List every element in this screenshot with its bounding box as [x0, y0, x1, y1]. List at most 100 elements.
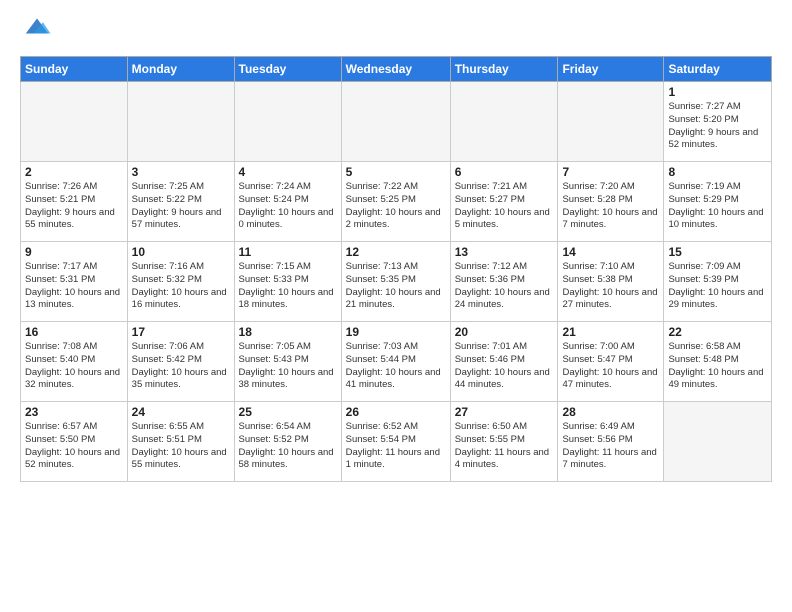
day-number: 2 — [25, 165, 123, 179]
calendar-header-thursday: Thursday — [450, 57, 558, 82]
calendar-cell: 18 Sunrise: 7:05 AM Sunset: 5:43 PM Dayli… — [234, 322, 341, 402]
day-number: 18 — [239, 325, 337, 339]
calendar-header-sunday: Sunday — [21, 57, 128, 82]
day-info: Sunrise: 6:49 AM Sunset: 5:56 PM Dayligh… — [562, 421, 659, 472]
day-info: Sunrise: 6:54 AM Sunset: 5:52 PM Dayligh… — [239, 421, 337, 472]
calendar-week-2: 2Sunrise: 7:26 AM Sunset: 5:21 PM Daylig… — [21, 162, 772, 242]
calendar-header-saturday: Saturday — [664, 57, 772, 82]
calendar-cell: 11Sunrise: 7:15 AM Sunset: 5:33 PM Dayli… — [234, 242, 341, 322]
day-number: 16 — [25, 325, 123, 339]
calendar-cell: 20 Sunrise: 7:01 AM Sunset: 5:46 PM Dayli… — [450, 322, 558, 402]
day-number: 15 — [668, 245, 767, 259]
day-info: Sunrise: 7:24 AM Sunset: 5:24 PM Dayligh… — [239, 181, 337, 232]
calendar-cell: 27 Sunrise: 6:50 AM Sunset: 5:55 PM Dayli… — [450, 402, 558, 482]
day-info: Sunrise: 7:19 AM Sunset: 5:29 PM Dayligh… — [668, 181, 767, 232]
day-number: 28 — [562, 405, 659, 419]
day-number: 9 — [25, 245, 123, 259]
day-info: Sunrise: 6:50 AM Sunset: 5:55 PM Dayligh… — [455, 421, 554, 472]
day-number: 4 — [239, 165, 337, 179]
calendar-cell: 5 Sunrise: 7:22 AM Sunset: 5:25 PM Daylig… — [341, 162, 450, 242]
header — [20, 16, 772, 46]
calendar-cell: 9 Sunrise: 7:17 AM Sunset: 5:31 PM Daylig… — [21, 242, 128, 322]
day-number: 21 — [562, 325, 659, 339]
calendar-cell: 16 Sunrise: 7:08 AM Sunset: 5:40 PM Dayli… — [21, 322, 128, 402]
day-number: 24 — [132, 405, 230, 419]
day-number: 11 — [239, 245, 337, 259]
day-info: Sunrise: 7:27 AM Sunset: 5:20 PM Dayligh… — [668, 101, 767, 152]
calendar-week-1: 1Sunrise: 7:27 AM Sunset: 5:20 PM Daylig… — [21, 82, 772, 162]
day-info: Sunrise: 7:10 AM Sunset: 5:38 PM Dayligh… — [562, 261, 659, 312]
calendar-week-5: 23 Sunrise: 6:57 AM Sunset: 5:50 PM Dayli… — [21, 402, 772, 482]
day-info: Sunrise: 7:16 AM Sunset: 5:32 PM Dayligh… — [132, 261, 230, 312]
calendar-cell: 6Sunrise: 7:21 AM Sunset: 5:27 PM Daylig… — [450, 162, 558, 242]
day-number: 19 — [346, 325, 446, 339]
day-info: Sunrise: 7:22 AM Sunset: 5:25 PM Dayligh… — [346, 181, 446, 232]
day-number: 13 — [455, 245, 554, 259]
calendar-cell: 1Sunrise: 7:27 AM Sunset: 5:20 PM Daylig… — [664, 82, 772, 162]
calendar-week-3: 9 Sunrise: 7:17 AM Sunset: 5:31 PM Daylig… — [21, 242, 772, 322]
calendar-header-row: SundayMondayTuesdayWednesdayThursdayFrid… — [21, 57, 772, 82]
calendar-cell — [127, 82, 234, 162]
logo-icon — [22, 11, 52, 41]
calendar-cell: 4 Sunrise: 7:24 AM Sunset: 5:24 PM Daylig… — [234, 162, 341, 242]
day-info: Sunrise: 7:25 AM Sunset: 5:22 PM Dayligh… — [132, 181, 230, 232]
calendar-cell — [21, 82, 128, 162]
calendar-cell: 24 Sunrise: 6:55 AM Sunset: 5:51 PM Dayli… — [127, 402, 234, 482]
day-info: Sunrise: 6:58 AM Sunset: 5:48 PM Dayligh… — [668, 341, 767, 392]
day-number: 14 — [562, 245, 659, 259]
calendar-cell: 25Sunrise: 6:54 AM Sunset: 5:52 PM Dayli… — [234, 402, 341, 482]
calendar-cell: 23 Sunrise: 6:57 AM Sunset: 5:50 PM Dayli… — [21, 402, 128, 482]
calendar-cell — [341, 82, 450, 162]
page: SundayMondayTuesdayWednesdayThursdayFrid… — [0, 0, 792, 492]
calendar-cell: 3 Sunrise: 7:25 AM Sunset: 5:22 PM Daylig… — [127, 162, 234, 242]
day-number: 10 — [132, 245, 230, 259]
day-number: 27 — [455, 405, 554, 419]
logo — [20, 16, 52, 46]
day-info: Sunrise: 7:08 AM Sunset: 5:40 PM Dayligh… — [25, 341, 123, 392]
calendar-cell: 10 Sunrise: 7:16 AM Sunset: 5:32 PM Dayli… — [127, 242, 234, 322]
calendar-cell: 22 Sunrise: 6:58 AM Sunset: 5:48 PM Dayli… — [664, 322, 772, 402]
calendar-cell: 19 Sunrise: 7:03 AM Sunset: 5:44 PM Dayli… — [341, 322, 450, 402]
day-info: Sunrise: 7:03 AM Sunset: 5:44 PM Dayligh… — [346, 341, 446, 392]
day-number: 17 — [132, 325, 230, 339]
calendar-header-monday: Monday — [127, 57, 234, 82]
calendar-cell: 8 Sunrise: 7:19 AM Sunset: 5:29 PM Daylig… — [664, 162, 772, 242]
calendar-cell: 17Sunrise: 7:06 AM Sunset: 5:42 PM Dayli… — [127, 322, 234, 402]
calendar-cell: 28 Sunrise: 6:49 AM Sunset: 5:56 PM Dayli… — [558, 402, 664, 482]
day-info: Sunrise: 7:13 AM Sunset: 5:35 PM Dayligh… — [346, 261, 446, 312]
day-info: Sunrise: 7:01 AM Sunset: 5:46 PM Dayligh… — [455, 341, 554, 392]
calendar-cell: 12Sunrise: 7:13 AM Sunset: 5:35 PM Dayli… — [341, 242, 450, 322]
day-info: Sunrise: 7:21 AM Sunset: 5:27 PM Dayligh… — [455, 181, 554, 232]
day-number: 8 — [668, 165, 767, 179]
calendar-cell: 21 Sunrise: 7:00 AM Sunset: 5:47 PM Dayli… — [558, 322, 664, 402]
calendar-cell: 14 Sunrise: 7:10 AM Sunset: 5:38 PM Dayli… — [558, 242, 664, 322]
calendar-cell: 7Sunrise: 7:20 AM Sunset: 5:28 PM Daylig… — [558, 162, 664, 242]
calendar-header-friday: Friday — [558, 57, 664, 82]
day-info: Sunrise: 6:55 AM Sunset: 5:51 PM Dayligh… — [132, 421, 230, 472]
calendar-header-tuesday: Tuesday — [234, 57, 341, 82]
calendar-cell: 15 Sunrise: 7:09 AM Sunset: 5:39 PM Dayli… — [664, 242, 772, 322]
calendar-cell: 26 Sunrise: 6:52 AM Sunset: 5:54 PM Dayli… — [341, 402, 450, 482]
day-number: 7 — [562, 165, 659, 179]
day-info: Sunrise: 7:17 AM Sunset: 5:31 PM Dayligh… — [25, 261, 123, 312]
day-number: 5 — [346, 165, 446, 179]
day-number: 22 — [668, 325, 767, 339]
calendar-cell — [234, 82, 341, 162]
calendar-header-wednesday: Wednesday — [341, 57, 450, 82]
calendar-cell — [664, 402, 772, 482]
day-number: 20 — [455, 325, 554, 339]
day-number: 3 — [132, 165, 230, 179]
day-number: 26 — [346, 405, 446, 419]
day-info: Sunrise: 7:05 AM Sunset: 5:43 PM Dayligh… — [239, 341, 337, 392]
calendar-cell — [450, 82, 558, 162]
calendar-cell: 13 Sunrise: 7:12 AM Sunset: 5:36 PM Dayli… — [450, 242, 558, 322]
day-info: Sunrise: 7:12 AM Sunset: 5:36 PM Dayligh… — [455, 261, 554, 312]
day-info: Sunrise: 7:09 AM Sunset: 5:39 PM Dayligh… — [668, 261, 767, 312]
day-number: 23 — [25, 405, 123, 419]
calendar-table: SundayMondayTuesdayWednesdayThursdayFrid… — [20, 56, 772, 482]
calendar-cell: 2Sunrise: 7:26 AM Sunset: 5:21 PM Daylig… — [21, 162, 128, 242]
day-info: Sunrise: 7:00 AM Sunset: 5:47 PM Dayligh… — [562, 341, 659, 392]
day-info: Sunrise: 6:57 AM Sunset: 5:50 PM Dayligh… — [25, 421, 123, 472]
calendar-cell — [558, 82, 664, 162]
day-info: Sunrise: 6:52 AM Sunset: 5:54 PM Dayligh… — [346, 421, 446, 472]
